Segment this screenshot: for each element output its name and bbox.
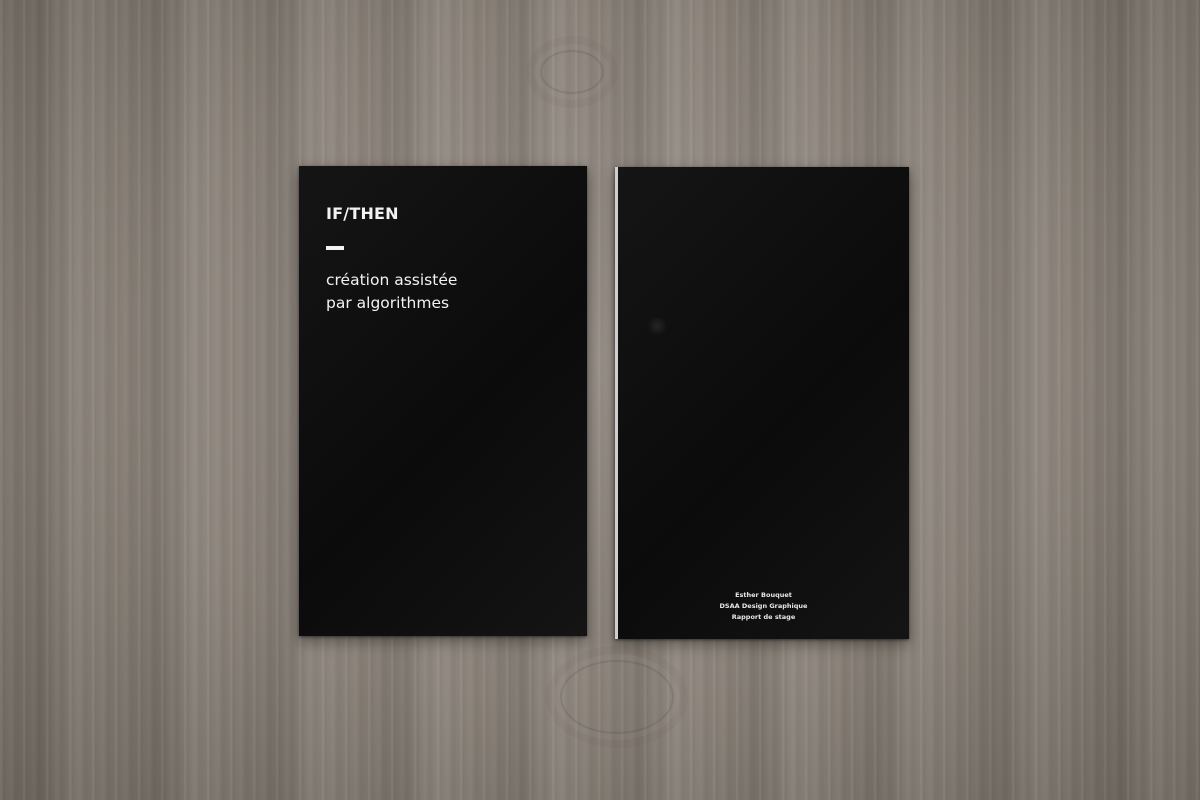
back-cover-credits: Esther Bouquet DSAA Design Graphique Rap… (618, 590, 909, 623)
book-title: IF/THEN (326, 204, 399, 223)
wood-knot (540, 50, 604, 94)
document-type: Rapport de stage (731, 613, 796, 621)
title-dash-rule (326, 246, 344, 250)
wooden-table-background: IF/THEN création assistée par algorithme… (0, 0, 1200, 800)
subtitle-line: par algorithmes (326, 294, 450, 312)
book-subtitle: création assistée par algorithmes (326, 269, 457, 315)
program-name: DSAA Design Graphique (719, 602, 808, 610)
author-name: Esther Bouquet (735, 591, 792, 599)
cover-scuff-mark (646, 317, 668, 335)
front-cover-book: IF/THEN création assistée par algorithme… (299, 166, 587, 636)
subtitle-line: création assistée (326, 271, 458, 289)
wood-knot (560, 660, 674, 734)
back-cover-book: Esther Bouquet DSAA Design Graphique Rap… (615, 167, 909, 639)
